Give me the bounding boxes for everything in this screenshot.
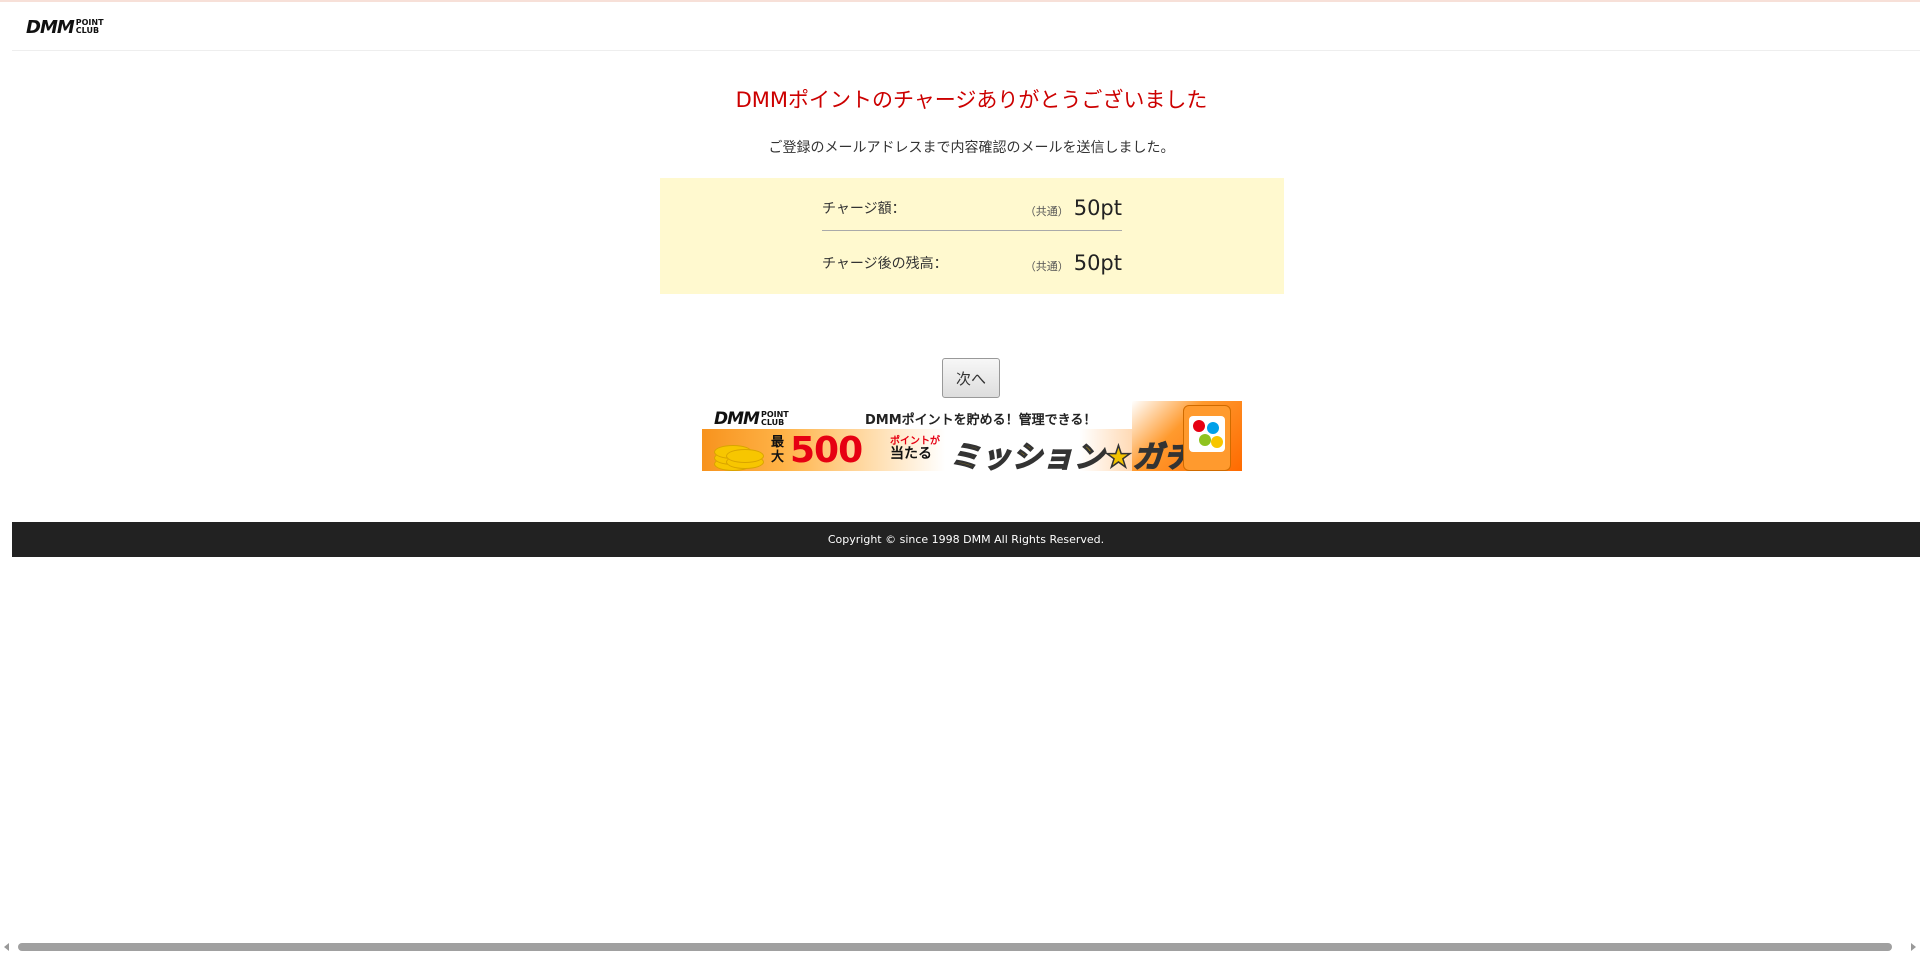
- scroll-left-icon[interactable]: [4, 943, 9, 951]
- copyright-text: Copyright © since 1998 DMM All Rights Re…: [827, 533, 1105, 546]
- balance-row: チャージ後の残高： （共通） 50pt: [822, 241, 1122, 285]
- next-button[interactable]: 次へ: [942, 358, 1000, 398]
- mission-gacha-banner[interactable]: DMM POINT CLUB DMMポイントを貯める！管理できる！ 最大 500…: [702, 401, 1242, 471]
- banner-logo-club: CLUB: [760, 418, 785, 427]
- footer: Copyright © since 1998 DMM All Rights Re…: [12, 522, 1920, 557]
- page-title: DMMポイントのチャージありがとうございました: [735, 88, 1208, 112]
- gacha-machine-icon: [1183, 405, 1231, 471]
- scrollbar-thumb[interactable]: [18, 943, 1892, 951]
- banner-headline: DMMポイントを貯める！管理できる！: [865, 413, 1097, 428]
- logo-dmm-text: DMM: [26, 16, 75, 38]
- charge-amount-row: チャージ額： （共通） 50pt: [822, 186, 1122, 231]
- header: DMM POINT CLUB: [12, 2, 1920, 51]
- dmm-point-club-logo[interactable]: DMM POINT CLUB: [26, 16, 104, 38]
- banner-logo-dmm: DMM: [714, 409, 760, 429]
- banner-point-text: ポイントが 当たる: [890, 435, 940, 461]
- charge-amount: 50pt: [1073, 196, 1122, 220]
- banner-hit-label: 当たる: [890, 446, 932, 462]
- horizontal-scrollbar[interactable]: [0, 940, 1920, 955]
- banner-max-text: 最大: [771, 435, 785, 465]
- banner-logo: DMM POINT CLUB: [714, 409, 789, 429]
- coins-icon: [714, 435, 764, 471]
- logo-sub-text: POINT CLUB: [76, 19, 104, 35]
- scroll-right-icon[interactable]: [1911, 943, 1916, 951]
- confirmation-message: ご登録のメールアドレスまで内容確認のメールを送信しました。: [768, 140, 1175, 156]
- charge-amount-value: （共通） 50pt: [1025, 196, 1122, 220]
- balance-type: （共通）: [1024, 260, 1069, 273]
- banner-logo-sub: POINT CLUB: [761, 411, 789, 427]
- banner-500-text: 500: [790, 430, 863, 471]
- charge-amount-type: （共通）: [1024, 205, 1069, 218]
- charge-amount-label: チャージ額：: [822, 201, 906, 217]
- balance-value: （共通） 50pt: [1025, 251, 1122, 275]
- balance-label: チャージ後の残高：: [822, 256, 948, 272]
- charge-summary: チャージ額： （共通） 50pt チャージ後の残高： （共通） 50pt: [660, 178, 1284, 294]
- logo-club-text: CLUB: [75, 26, 100, 35]
- balance-amount: 50pt: [1073, 251, 1122, 275]
- gacha-window: [1189, 416, 1225, 452]
